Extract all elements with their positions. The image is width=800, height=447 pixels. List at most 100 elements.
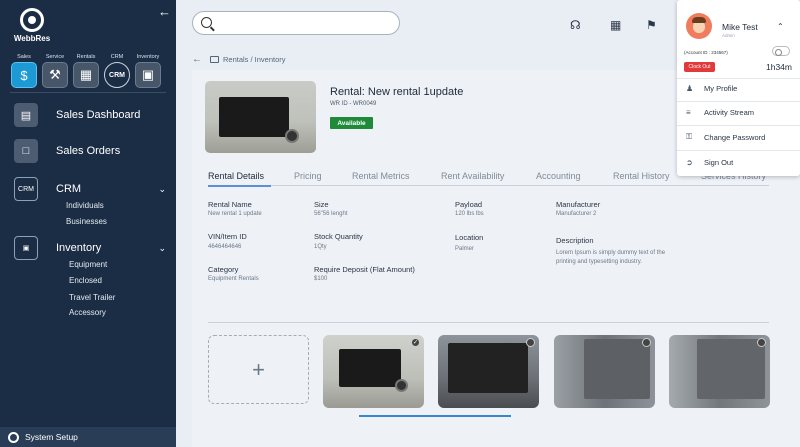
back-arrow-icon[interactable]: ← [192, 54, 202, 65]
gallery-thumbnail[interactable] [438, 335, 539, 408]
headset-icon[interactable]: ☊ [570, 18, 581, 32]
deposit-value: $100 [314, 276, 328, 282]
vin-label: VIN/Item ID [208, 232, 247, 241]
manufacturer-value: Manufacturer 2 [556, 211, 597, 217]
select-circle-icon[interactable] [642, 338, 651, 347]
description-value-line2: printing and typesetting industry. [556, 259, 642, 265]
system-setup-button[interactable]: System Setup [0, 427, 176, 447]
module-inventory-label: Inventory [136, 54, 160, 60]
activity-icon: ≡ [686, 108, 691, 117]
module-crm-label: CRM [110, 54, 124, 60]
breadcrumb: ← Rentals / Inventory [192, 54, 286, 65]
tab-rent-availability[interactable]: Rent Availability [441, 171, 504, 181]
rental-name-label: Rental Name [208, 200, 252, 209]
collapse-sidebar-icon[interactable]: ← [158, 4, 171, 19]
gallery-divider [208, 322, 769, 323]
crm-icon: CRM [14, 177, 38, 201]
nav-sub-accessory[interactable]: Accessory [69, 308, 106, 317]
module-service[interactable]: Service ⚒ [42, 54, 68, 88]
chevron-down-icon[interactable]: ⌄ [158, 243, 166, 254]
brand-name: WebbRes [13, 34, 51, 43]
brand-logo[interactable]: WebbRes [12, 8, 52, 43]
hours-worked: 1h34m [766, 62, 792, 72]
menu-change-password[interactable]: ⚿ Change Password [686, 132, 765, 142]
trailer-wheel [395, 379, 408, 392]
tab-accounting[interactable]: Accounting [536, 171, 581, 181]
wr-id: WR ID - WR0049 [330, 101, 377, 107]
description-value-line1: Lorem Ipsum is simply dummy text of the [556, 250, 666, 256]
check-icon[interactable]: ✓ [411, 338, 420, 347]
nav-sub-enclosed[interactable]: Enclosed [69, 276, 102, 285]
gallery-thumbnail[interactable] [669, 335, 770, 408]
nav-sub-equipment[interactable]: Equipment [69, 260, 107, 269]
trailer-wheel [285, 129, 299, 143]
dropdown-divider [677, 101, 800, 102]
nav-sub-individuals[interactable]: Individuals [66, 201, 104, 210]
nav-crm[interactable]: CRM CRM ⌄ [14, 177, 166, 201]
nav-label: Inventory [56, 242, 102, 254]
orders-icon: □ [14, 139, 38, 163]
nav-sub-travel-trailer[interactable]: Travel Trailer [69, 293, 115, 302]
module-inventory[interactable]: Inventory ▣ [135, 54, 161, 88]
user-name: Mike Test [722, 22, 758, 32]
trailer-graphic [339, 349, 401, 387]
size-label: Size [314, 200, 329, 209]
tab-rental-details[interactable]: Rental Details [208, 171, 264, 181]
select-circle-icon[interactable] [526, 338, 535, 347]
tab-pricing[interactable]: Pricing [294, 171, 322, 181]
manufacturer-label: Manufacturer [556, 200, 601, 209]
menu-sign-out[interactable]: ➲ Sign Out [686, 158, 733, 167]
nav-sub-businesses[interactable]: Businesses [66, 217, 107, 226]
nav-label: Sales Dashboard [56, 109, 141, 121]
nav-label: Sales Orders [56, 145, 121, 157]
status-badge: Available [330, 117, 373, 129]
gallery-thumbnail[interactable]: ✓ [323, 335, 424, 408]
category-value: Equipment Rentals [208, 276, 259, 282]
add-image-button[interactable]: + [208, 335, 309, 404]
clock-out-button[interactable]: Clock Out [684, 62, 715, 72]
rental-name-value: New rental 1 update [208, 211, 262, 217]
dropdown-divider [677, 150, 800, 151]
select-circle-icon[interactable] [757, 338, 766, 347]
avatar[interactable] [686, 13, 712, 39]
theme-toggle[interactable] [772, 46, 790, 56]
category-label: Category [208, 265, 239, 274]
profile-dropdown: Mike Test Admin ⌃ (Account ID : 234567) … [677, 0, 800, 176]
menu-activity-stream[interactable]: ≡ Activity Stream [686, 108, 754, 117]
module-sales[interactable]: Sales $ [11, 54, 37, 88]
lock-icon: ⚿ [686, 132, 693, 141]
module-rentals[interactable]: Rentals ▦ [73, 54, 99, 88]
chevron-up-icon[interactable]: ⌃ [777, 22, 784, 31]
tab-rental-history[interactable]: Rental History [613, 171, 670, 181]
nav-sales-dashboard[interactable]: ▤ Sales Dashboard [14, 103, 166, 127]
apps-grid-icon[interactable]: ▦ [610, 18, 621, 32]
rental-main-image[interactable] [205, 81, 316, 153]
gallery-thumbnail[interactable] [554, 335, 655, 408]
user-role: Admin [722, 33, 735, 38]
account-id: (Account ID : 234567) [684, 50, 728, 55]
inventory-icon: ▣ [135, 62, 161, 88]
wrench-icon: ⚒ [42, 62, 68, 88]
menu-label: Sign Out [704, 158, 734, 167]
trailer-graphic [448, 343, 528, 393]
sign-out-icon: ➲ [686, 158, 693, 167]
breadcrumb-text[interactable]: Rentals / Inventory [223, 55, 286, 64]
module-rentals-label: Rentals [76, 54, 96, 60]
crm-icon: CRM [104, 62, 130, 88]
tab-rental-metrics[interactable]: Rental Metrics [352, 171, 410, 181]
menu-my-profile[interactable]: ♟ My Profile [686, 84, 737, 93]
chevron-down-icon[interactable]: ⌄ [158, 184, 166, 195]
active-tab-indicator [208, 185, 271, 187]
nav-sales-orders[interactable]: □ Sales Orders [14, 139, 166, 163]
trailer-graphic [697, 339, 765, 399]
stock-quantity-label: Stock Quantity [314, 232, 363, 241]
module-crm[interactable]: CRM CRM [104, 54, 130, 88]
description-label: Description [556, 236, 594, 245]
search-input[interactable] [192, 11, 400, 35]
bell-icon[interactable]: ⚑ [646, 18, 657, 32]
calendar-icon: ▦ [73, 62, 99, 88]
module-service-label: Service [45, 54, 65, 60]
gallery-scrollbar[interactable] [359, 415, 511, 417]
nav-inventory[interactable]: ▣ Inventory ⌄ [14, 236, 166, 260]
dropdown-divider [677, 125, 800, 126]
